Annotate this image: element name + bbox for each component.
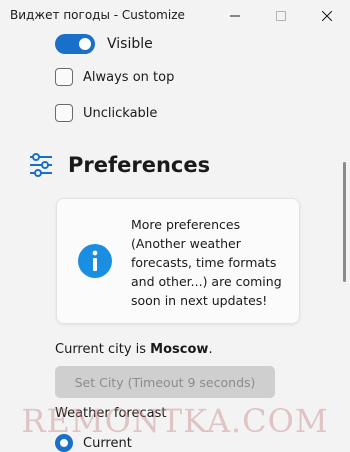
- current-city-text: Current city is Moscow.: [55, 342, 213, 357]
- unclickable-label: Unclickable: [83, 105, 158, 121]
- preferences-header: Preferences: [28, 152, 210, 178]
- forecast-option-current[interactable]: Current: [55, 434, 132, 452]
- visible-toggle[interactable]: [55, 34, 95, 54]
- always-on-top-checkbox[interactable]: [55, 68, 73, 86]
- toggle-knob: [79, 38, 91, 50]
- set-city-button[interactable]: Set City (Timeout 9 seconds): [55, 366, 275, 398]
- always-on-top-label: Always on top: [83, 69, 175, 85]
- city-suffix: .: [208, 342, 213, 357]
- preferences-title: Preferences: [68, 153, 211, 177]
- unclickable-row[interactable]: Unclickable: [55, 104, 157, 122]
- info-icon: [78, 244, 112, 278]
- weather-forecast-label: Weather forecast: [55, 406, 167, 421]
- minimize-button[interactable]: [212, 0, 258, 32]
- maximize-button[interactable]: [258, 0, 304, 32]
- current-radio[interactable]: [55, 434, 73, 452]
- info-card: More preferences (Another weather foreca…: [56, 198, 300, 324]
- maximize-icon: [276, 11, 286, 21]
- sliders-icon: [30, 153, 52, 177]
- info-text: More preferences (Another weather foreca…: [131, 217, 282, 308]
- close-button[interactable]: [304, 0, 350, 32]
- window-title: Виджет погоды - Customize: [10, 8, 185, 22]
- title-bar[interactable]: Виджет погоды - Customize: [0, 0, 350, 32]
- city-prefix: Current city is: [55, 342, 151, 357]
- always-on-top-row[interactable]: Always on top: [55, 68, 174, 86]
- close-icon: [322, 11, 332, 21]
- visible-toggle-row[interactable]: Visible: [55, 34, 153, 54]
- current-radio-label: Current: [83, 435, 132, 451]
- visible-label: Visible: [107, 36, 153, 52]
- settings-panel: Visible Always on top Unclickable Prefer…: [0, 32, 350, 452]
- unclickable-checkbox[interactable]: [55, 104, 73, 122]
- radio-dot: [60, 439, 68, 447]
- minimize-icon: [230, 15, 240, 17]
- city-name: Moscow: [150, 342, 209, 357]
- vertical-scrollbar[interactable]: [343, 162, 346, 282]
